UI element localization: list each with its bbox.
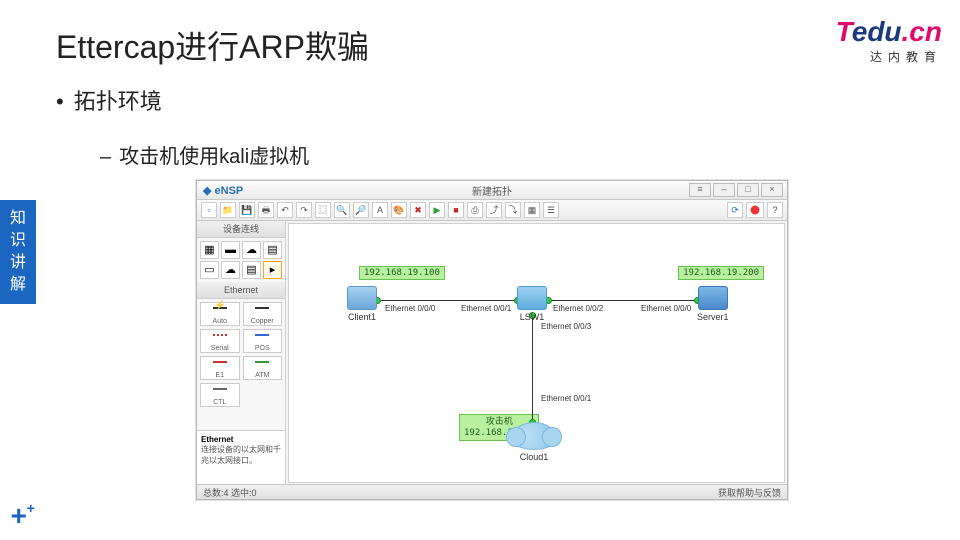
cable-atm[interactable]: ATM [243, 356, 283, 380]
client-ip-label: 192.168.19.100 [359, 266, 445, 280]
cloud-icon [511, 422, 557, 450]
server-name: Server1 [697, 312, 729, 322]
tool-capture-icon[interactable]: ⎙ [467, 202, 483, 218]
cable-pos[interactable]: POS [243, 329, 283, 353]
tool-open-icon[interactable]: 📁 [220, 202, 236, 218]
node-cloud1[interactable]: Cloud1 [511, 422, 557, 462]
cable-serial[interactable]: Serial [200, 329, 240, 353]
tool-export-icon[interactable]: ⤴ [486, 202, 502, 218]
logo-edu: edu [852, 16, 902, 47]
device-category-grid: ▦ ▬ ☁ ▤ ▭ ☁ ▤ ▸ [197, 238, 285, 282]
titlebar[interactable]: ◆ eNSP 新建拓扑 ≡ – □ × [197, 181, 787, 200]
device-cable-icon[interactable]: ▸ [263, 261, 282, 279]
maximize-button[interactable]: □ [737, 183, 759, 197]
cloud-name: Cloud1 [511, 452, 557, 462]
toolbar: ▫ 📁 💾 🖶 ↶ ↷ ⿴ 🔍 🔎 A 🎨 ✖ ▶ ■ ⎙ ⤴ ⤵ ▦ ☰ ⟳ … [197, 200, 787, 221]
cable-copper[interactable]: Copper [243, 302, 283, 326]
menu-button[interactable]: ≡ [689, 183, 711, 197]
topology-canvas[interactable]: 192.168.19.100 192.168.19.200 攻击机 192.16… [288, 223, 785, 483]
status-help-link[interactable]: 获取帮助与反馈 [718, 486, 781, 499]
port-label: Ethernet 0/0/0 [641, 304, 691, 313]
tool-redo-icon[interactable]: ↷ [296, 202, 312, 218]
tool-text-icon[interactable]: A [372, 202, 388, 218]
device-wlan-icon[interactable]: ☁ [242, 241, 261, 259]
tool-zoomfit-icon[interactable]: ⿴ [315, 202, 331, 218]
device-other-icon[interactable]: ▤ [242, 261, 261, 279]
logo-cn: .cn [902, 16, 942, 47]
info-panel: Ethernet 连接设备的以太网和千兆以太网接口。 [197, 430, 285, 485]
device-switch-icon[interactable]: ▬ [221, 241, 240, 259]
switch-icon [517, 286, 547, 310]
device-palette: 设备连线 ▦ ▬ ☁ ▤ ▭ ☁ ▤ ▸ Ethernet AutoCopper… [197, 221, 286, 485]
node-lsw1[interactable]: LSW1 [517, 286, 547, 322]
port-label: Ethernet 0/0/0 [385, 304, 435, 313]
tool-zoomout-icon[interactable]: 🔎 [353, 202, 369, 218]
devices-section-header: 设备连线 [197, 221, 285, 238]
statusbar: 总数:4 选中:0 获取帮助与反馈 [197, 484, 787, 499]
tool-delete-icon[interactable]: ✖ [410, 202, 426, 218]
ethernet-section-header: Ethernet [197, 282, 285, 299]
tool-help-icon[interactable]: ? [767, 202, 783, 218]
client-icon [347, 286, 377, 310]
bullet-topology: 拓扑环境 [56, 84, 162, 116]
server-ip-label: 192.168.19.200 [678, 266, 764, 280]
info-title: Ethernet [201, 435, 233, 444]
server-icon [698, 286, 728, 310]
tool-import-icon[interactable]: ⤵ [505, 202, 521, 218]
node-client1[interactable]: Client1 [347, 286, 377, 322]
tool-zoomin-icon[interactable]: 🔍 [334, 202, 350, 218]
tool-save-icon[interactable]: 💾 [239, 202, 255, 218]
port-label: Ethernet 0/0/1 [461, 304, 511, 313]
tool-stop-icon[interactable]: ■ [448, 202, 464, 218]
ensp-window: ◆ eNSP 新建拓扑 ≡ – □ × ▫ 📁 💾 🖶 ↶ ↷ ⿴ 🔍 🔎 A … [196, 180, 788, 500]
tool-undo-icon[interactable]: ↶ [277, 202, 293, 218]
switch-name: LSW1 [517, 312, 547, 322]
app-brand-label: ◆ eNSP [203, 184, 243, 197]
node-server1[interactable]: Server1 [697, 286, 729, 322]
device-router-icon[interactable]: ▦ [200, 241, 219, 259]
huawei-logo-icon [746, 202, 764, 218]
minimize-button[interactable]: – [713, 183, 735, 197]
brand-logo: Tedu.cn 达内教育 [836, 18, 942, 65]
tool-new-icon[interactable]: ▫ [201, 202, 217, 218]
info-desc: 连接设备的以太网和千兆以太网接口。 [201, 445, 281, 464]
port-label: Ethernet 0/0/2 [553, 304, 603, 313]
tool-start-icon[interactable]: ▶ [429, 202, 445, 218]
port-label: Ethernet 0/0/1 [541, 394, 591, 403]
tool-palette-icon[interactable]: 🎨 [391, 202, 407, 218]
bullet-attacker: 攻击机使用kali虚拟机 [100, 140, 309, 169]
device-pc-icon[interactable]: ▭ [200, 261, 219, 279]
cable-e1[interactable]: E1 [200, 356, 240, 380]
device-firewall-icon[interactable]: ▤ [263, 241, 282, 259]
window-title: 新建拓扑 [472, 183, 512, 198]
cable-ctl[interactable]: CTL [200, 383, 240, 407]
cable-auto[interactable]: Auto [200, 302, 240, 326]
corner-mark: ++ [10, 500, 35, 532]
tool-grid-icon[interactable]: ▦ [524, 202, 540, 218]
logo-subtitle: 达内教育 [836, 48, 942, 65]
side-tab-knowledge: 知 识 讲 解 [0, 200, 36, 304]
status-count: 总数:4 选中:0 [203, 486, 257, 499]
device-cloud-icon[interactable]: ☁ [221, 261, 240, 279]
tool-refresh-icon[interactable]: ⟳ [727, 202, 743, 218]
port-label: Ethernet 0/0/3 [541, 322, 591, 331]
close-button[interactable]: × [761, 183, 783, 197]
slide-title: Ettercap进行ARP欺骗 [56, 22, 369, 68]
logo-t: T [836, 16, 852, 47]
tool-print-icon[interactable]: 🖶 [258, 202, 274, 218]
client-name: Client1 [347, 312, 377, 322]
tool-list-icon[interactable]: ☰ [543, 202, 559, 218]
